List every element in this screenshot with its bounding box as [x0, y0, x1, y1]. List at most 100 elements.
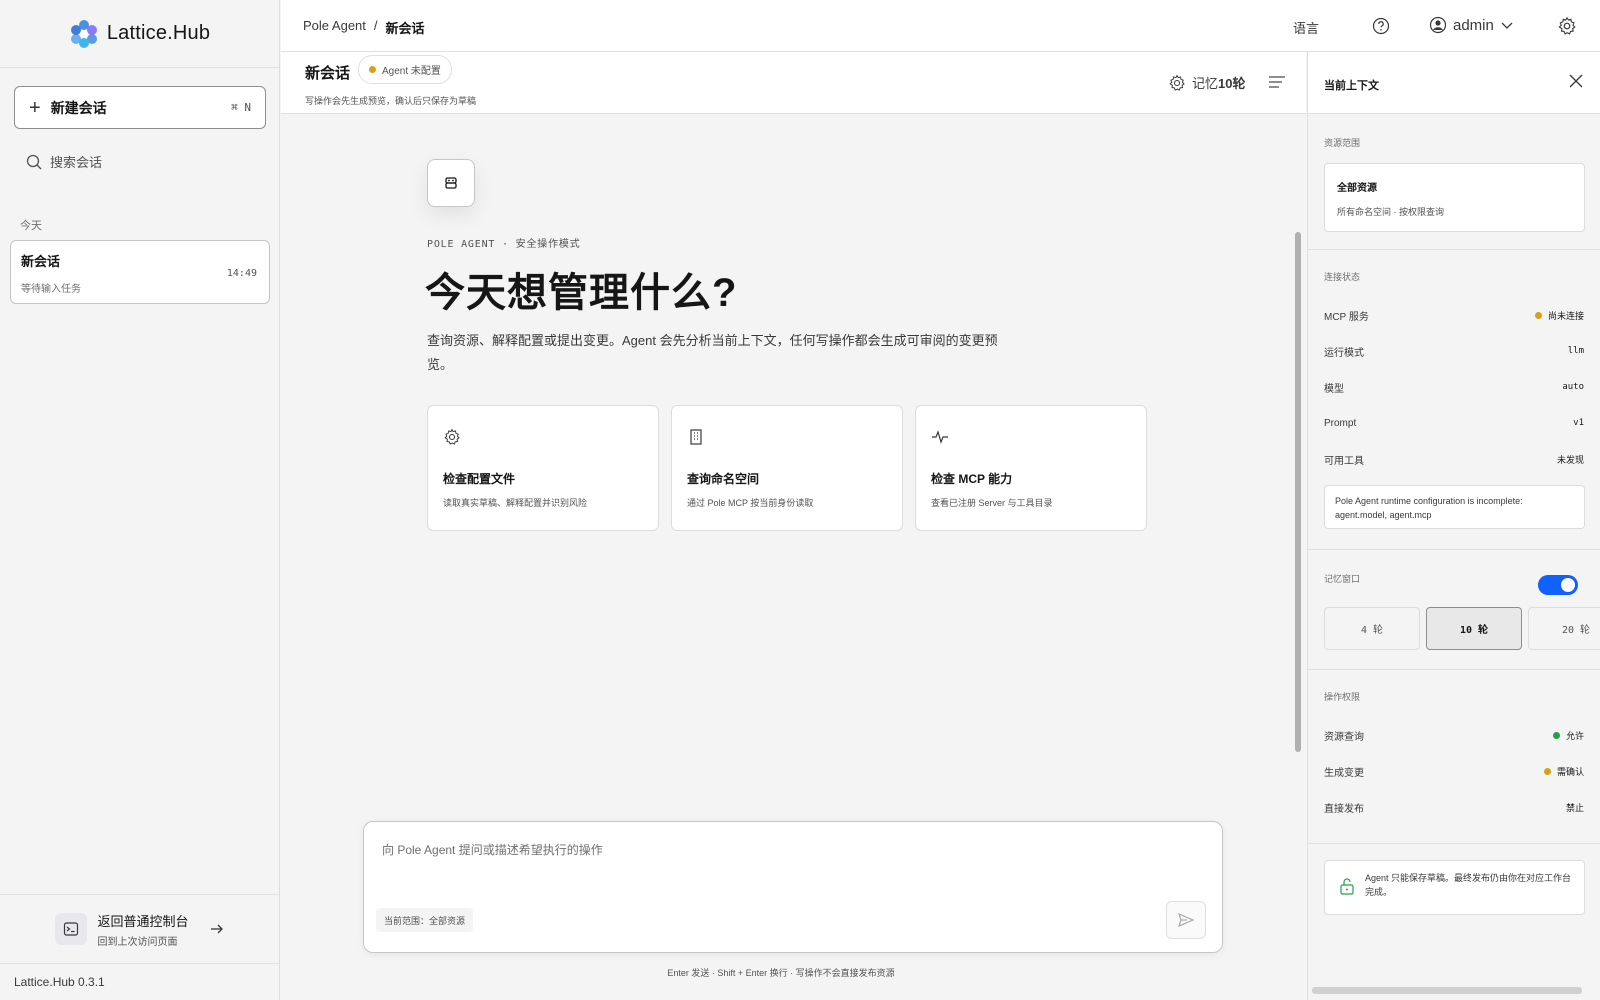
lock-icon	[1340, 878, 1354, 895]
kv-key: MCP 服务	[1324, 311, 1369, 323]
suggestion-card-config[interactable]: 检查配置文件 读取真实草稿、解释配置并识别风险	[427, 405, 659, 531]
kv-value: v1	[1573, 418, 1584, 428]
kv-row: 生成变更 需确认	[1324, 753, 1584, 789]
gear-icon	[443, 428, 643, 448]
back-console-button[interactable]: 返回普通控制台 回到上次访问页面	[0, 894, 280, 964]
send-button[interactable]	[1166, 901, 1206, 939]
search-placeholder: 搜索会话	[50, 155, 103, 170]
lock-note: Agent 只能保存草稿。最终发布仍由你在对应工作台完成。	[1324, 860, 1585, 915]
context-panel: 当前上下文 资源范围 全部资源 所有命名空间 · 按权限查询 连接状态 MCP …	[1307, 52, 1600, 1000]
plus-icon: +	[29, 96, 41, 119]
chat-main: POLE AGENT · 安全操作模式 今天想管理什么? 查询资源、解释配置或提…	[281, 114, 1306, 1000]
kv-value: auto	[1562, 382, 1584, 392]
new-chat-label: 新建会话	[50, 99, 107, 116]
search-icon	[26, 154, 42, 169]
scope-section-label: 资源范围	[1324, 138, 1361, 148]
agent-status-badge[interactable]: Agent 未配置	[358, 55, 452, 84]
send-icon	[1178, 912, 1195, 928]
kv-value: llm	[1567, 346, 1584, 356]
language-button[interactable]: 语言	[1293, 18, 1319, 37]
shortcut-hint: ⌘ N	[231, 101, 251, 114]
kv-value: 允许	[1565, 730, 1584, 741]
status-dot	[1543, 767, 1551, 775]
breadcrumb: Pole Agent / 新会话	[303, 18, 425, 37]
memory-option[interactable]: 4 轮	[1324, 607, 1420, 650]
composer-hint: Enter 发送 · Shift + Enter 换行 · 写操作不会直接发布资…	[667, 968, 895, 978]
card-title: 检查 MCP 能力	[931, 472, 1013, 486]
sidebar: Lattice.Hub + 新建会话 ⌘ N 搜索会话 今天 新会话 等待输入任…	[0, 0, 280, 1000]
chat-item-time: 14:49	[226, 268, 257, 279]
connection-section-label: 连接状态	[1324, 272, 1361, 282]
chevron-down-icon	[1501, 22, 1513, 29]
suggestion-card-namespace[interactable]: 查询命名空间 通过 Pole MCP 按当前身份读取	[671, 405, 903, 531]
kv-value: 需确认	[1556, 766, 1584, 777]
suggestion-card-mcp[interactable]: 检查 MCP 能力 查看已注册 Server 与工具目录	[915, 405, 1147, 531]
brand[interactable]: Lattice.Hub	[0, 0, 279, 68]
status-dot	[369, 66, 376, 73]
card-title: 检查配置文件	[443, 472, 516, 486]
card-subtitle: 查看已注册 Server 与工具目录	[931, 498, 1053, 508]
kv-row: 模型 auto	[1324, 369, 1584, 405]
memory-option[interactable]: 20 轮	[1528, 607, 1600, 650]
lattice-logo-icon	[70, 19, 97, 48]
new-chat-button[interactable]: + 新建会话 ⌘ N	[14, 86, 266, 129]
status-dot	[1534, 311, 1542, 319]
kv-key: 资源查询	[1324, 731, 1364, 743]
scope-card[interactable]: 全部资源 所有命名空间 · 按权限查询	[1324, 163, 1585, 232]
eyebrow-text: POLE AGENT · 安全操作模式	[427, 239, 581, 250]
memory-option-selected[interactable]: 10 轮	[1426, 607, 1522, 650]
card-subtitle: 读取真实草稿、解释配置并识别风险	[443, 498, 588, 508]
suggestion-cards: 检查配置文件 读取真实草稿、解释配置并识别风险 查询命名空间 通过 Pole M…	[427, 405, 1147, 531]
chat-list-item[interactable]: 新会话 等待输入任务 14:49	[10, 240, 270, 304]
composer-placeholder: 向 Pole Agent 提问或描述希望执行的操作	[382, 843, 603, 857]
back-console-subtitle: 回到上次访问页面	[97, 936, 178, 948]
section-today-label: 今天	[20, 220, 42, 232]
breadcrumb-current: 新会话	[385, 21, 425, 36]
settings-gear-icon[interactable]	[1557, 16, 1577, 41]
back-console-title: 返回普通控制台	[97, 913, 189, 929]
composer-scope-chip[interactable]: 当前范围：全部资源	[376, 908, 474, 932]
top-bar: Pole Agent / 新会话 语言 admin	[281, 0, 1600, 52]
arrow-right-icon	[210, 924, 223, 934]
agent-status-text: Agent 未配置	[382, 66, 441, 77]
permission-section-label: 操作权限	[1324, 692, 1361, 702]
memory-settings-button[interactable]: 记忆 10轮	[1168, 73, 1245, 92]
memory-toggle[interactable]	[1538, 575, 1578, 595]
terminal-icon	[55, 913, 88, 945]
kv-key: 生成变更	[1324, 767, 1364, 779]
kv-key: Prompt	[1324, 417, 1357, 429]
memory-label: 记忆	[1192, 76, 1219, 91]
main-scrollbar[interactable]	[1295, 232, 1301, 752]
robot-icon	[427, 159, 475, 207]
message-composer[interactable]: 向 Pole Agent 提问或描述希望执行的操作 当前范围：全部资源	[363, 821, 1223, 953]
search-input[interactable]: 搜索会话	[26, 152, 102, 171]
breadcrumb-separator: /	[373, 18, 378, 33]
toggle-knob	[1561, 578, 1575, 592]
breadcrumb-root[interactable]: Pole Agent	[303, 18, 366, 37]
context-panel-title: 当前上下文	[1324, 80, 1379, 92]
kv-row: MCP 服务 尚未连接	[1324, 297, 1584, 333]
panel-horizontal-scrollbar[interactable]	[1312, 987, 1582, 994]
kv-key: 可用工具	[1324, 455, 1364, 467]
kv-row: 可用工具 未发现	[1324, 441, 1584, 477]
kv-value: 禁止	[1565, 802, 1584, 813]
kv-row: Prompt v1	[1324, 405, 1584, 441]
close-icon[interactable]	[1569, 74, 1583, 93]
app-version: Lattice.Hub 0.3.1	[14, 975, 105, 989]
kv-value: 尚未连接	[1547, 310, 1584, 321]
kv-key: 直接发布	[1324, 803, 1364, 815]
user-menu[interactable]: admin	[1429, 16, 1514, 34]
chat-hint: 写操作会先生成预览，确认后只保存为草稿	[305, 96, 477, 106]
kv-row: 资源查询 允许	[1324, 717, 1584, 753]
panel-toggle-icon[interactable]	[1268, 74, 1286, 95]
lead-text: 查询资源、解释配置或提出变更。Agent 会先分析当前上下文，任何写操作都会生成…	[427, 333, 998, 372]
card-subtitle: 通过 Pole MCP 按当前身份读取	[687, 498, 814, 508]
help-icon[interactable]	[1372, 17, 1390, 40]
kv-row: 运行模式 llm	[1324, 333, 1584, 369]
user-avatar-icon	[1429, 16, 1447, 34]
brand-name: Lattice.Hub	[106, 22, 211, 44]
user-name: admin	[1453, 16, 1494, 34]
kv-key: 运行模式	[1324, 347, 1364, 359]
building-icon	[687, 428, 887, 448]
memory-section: 记忆窗口 4 轮 10 轮 20 轮	[1308, 550, 1600, 670]
